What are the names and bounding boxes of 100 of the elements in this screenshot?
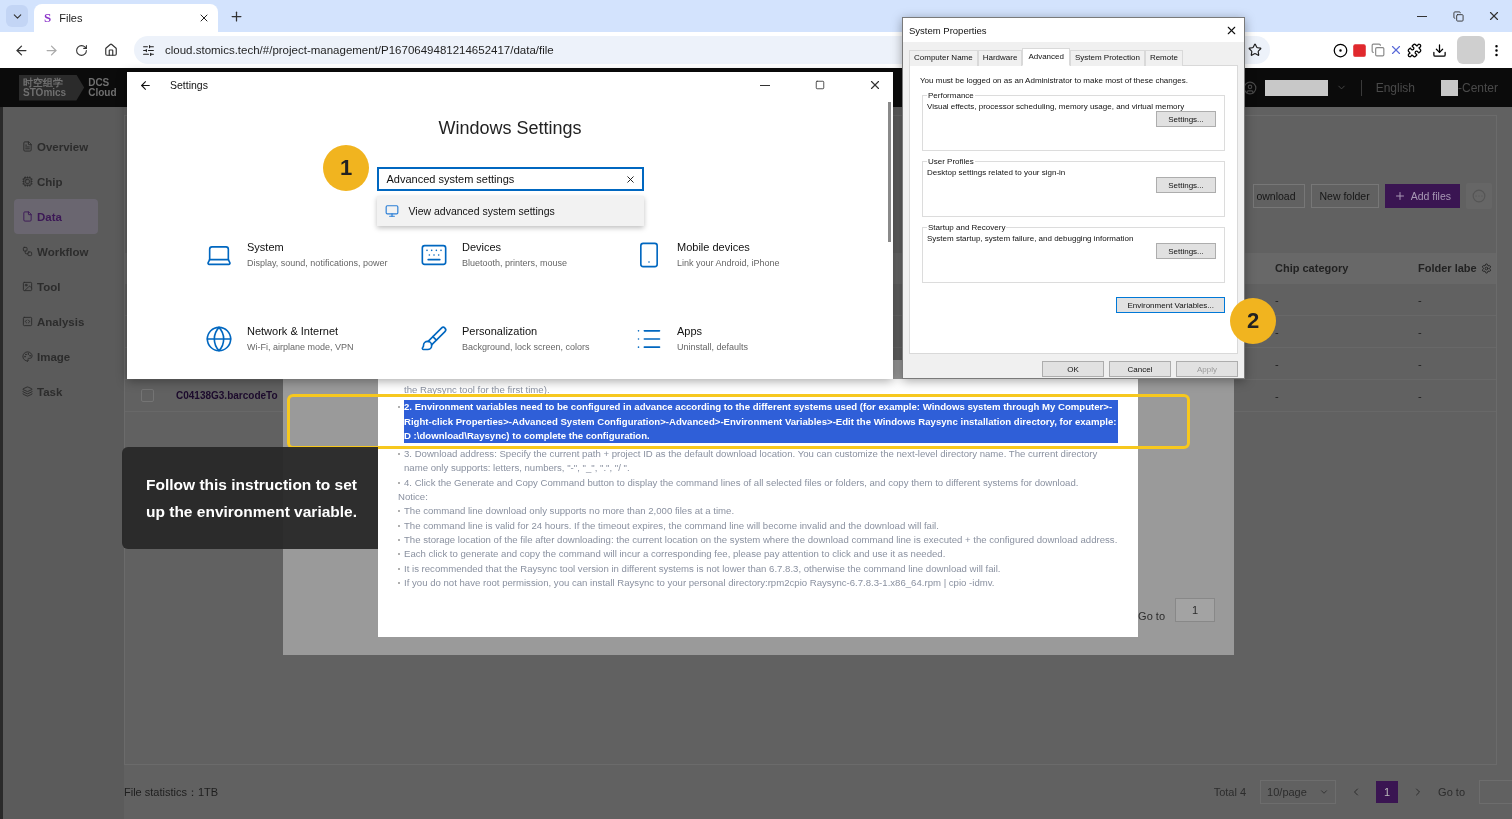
group-title: Startup and Recovery: [927, 223, 1007, 232]
restore-icon: [1452, 10, 1464, 22]
admin-notice: You must be logged on as an Administrator to make most of these changes.: [920, 76, 1189, 85]
column-header: Folder labe: [1404, 262, 1496, 274]
table-cell-text: -: [1417, 357, 1423, 370]
logo-text: STOmics: [23, 87, 67, 98]
workflow-icon: [22, 246, 33, 257]
dialog-button[interactable]: Cancel: [1109, 361, 1171, 377]
instruction-item: 3. Download address: Specify the current path + project ID as the default download location. You can customize the next-level directory name. The current directory name only supports: letters, numbers, "-", "_", ".", "/ ".: [398, 447, 1119, 476]
dialog-button[interactable]: OK: [1042, 361, 1104, 377]
table-cell-text: -: [1274, 389, 1280, 402]
plus-icon: [1393, 190, 1406, 202]
instruction-item: The storage location of the file after downloading: the current location on the system where the download command line is executed + the configured download address.: [398, 532, 1119, 548]
settings-category[interactable]: Personalization Background, lock screen, colors: [420, 325, 635, 375]
puzzle-icon[interactable]: [1407, 42, 1422, 58]
category-description: Display, sound, notifications, power: [247, 257, 388, 270]
settings-category[interactable]: Network & Internet Wi-Fi, airplane mode, VPN: [205, 325, 420, 375]
dialog-tab[interactable]: Advanced: [1022, 48, 1070, 66]
settings-heading: Windows Settings: [438, 118, 582, 139]
layers-icon: [22, 386, 33, 397]
dialog-tab[interactable]: Remote: [1144, 50, 1183, 66]
instruction-tooltip: Follow this instruction to set up the environment variable.: [122, 447, 378, 549]
category-title: System: [247, 241, 285, 253]
reload-icon: [74, 43, 88, 57]
document-icon: [22, 141, 33, 152]
house-icon: [104, 43, 118, 57]
environment-variables-button[interactable]: Environment Variables...: [1116, 297, 1225, 313]
instruction-item: The command line is valid for 24 hours. If the timeout expires, the command line will become invalid and the download will fail.: [398, 518, 1119, 533]
picture-frame-icon: [22, 281, 33, 292]
table-cell-text: -: [1274, 293, 1280, 306]
site-info-icon[interactable]: [142, 43, 155, 57]
notice-heading: Notice:: [398, 490, 429, 505]
group-description: System startup, system failure, and debugging information: [927, 234, 1135, 243]
category-description: Bluetooth, printers, mouse: [462, 257, 568, 270]
copy-icon[interactable]: [1371, 43, 1385, 57]
back-icon[interactable]: [139, 78, 152, 92]
redacted-username: [1264, 79, 1328, 96]
tab-list-button[interactable]: [6, 5, 28, 27]
file-statistics: File statistics：1TB: [124, 784, 219, 800]
close-icon[interactable]: [198, 12, 210, 24]
category-title: Mobile devices: [677, 241, 751, 253]
settings-button[interactable]: Settings...: [1156, 177, 1216, 193]
x-icon[interactable]: [1389, 43, 1403, 57]
settings-category[interactable]: Mobile devices Link your Android, iPhone: [635, 241, 850, 325]
goto-field[interactable]: 1: [1175, 598, 1215, 622]
user-icon: [1242, 80, 1257, 95]
category-title: Network & Internet: [247, 325, 340, 337]
step-badge: 2: [1230, 298, 1276, 344]
table-cell-text: -: [1417, 293, 1423, 306]
dialog-tab[interactable]: Hardware: [977, 50, 1023, 66]
maximize-icon: [814, 80, 825, 90]
search-suggestion[interactable]: View advanced system settings: [376, 196, 644, 226]
page-button[interactable]: 1: [1376, 781, 1399, 803]
group-title: Performance: [927, 91, 975, 100]
dialog-tab[interactable]: System Protection: [1069, 50, 1145, 66]
browser-tab[interactable]: S Files: [34, 4, 218, 32]
circle-icon[interactable]: [1333, 42, 1348, 58]
settings-category[interactable]: System Display, sound, notifications, power: [205, 241, 420, 325]
settings-category[interactable]: Devices Bluetooth, printers, mouse: [420, 241, 635, 325]
plus-icon: [228, 8, 244, 24]
instruction-item: 4. Click the Generate and Copy Command button to display the command lines of all selected files or folders, and copy them to different systems for download.: [398, 475, 1119, 491]
forward-arrow-icon: [43, 42, 59, 58]
category-title: Apps: [677, 325, 704, 337]
instruction-item: It is recommended that the Raysync tool version in different systems is not lower than 6.7.8.3, otherwise the command line download will fail.: [398, 561, 1119, 576]
category-description: Uninstall, defaults: [677, 341, 749, 354]
group-description: Desktop settings related to your sign-in: [927, 168, 1067, 177]
instruction-item: the Raysync tool for the first time).: [403, 383, 551, 397]
code-icon: [22, 316, 33, 327]
url-text: cloud.stomics.tech/#/project-management/P1670649481214652417/data/file: [165, 44, 554, 56]
settings-icon[interactable]: [1480, 262, 1492, 274]
clear-icon[interactable]: [624, 173, 636, 185]
product-name: DCS: [88, 77, 111, 88]
file-icon: [22, 211, 33, 222]
palette-icon: [22, 351, 33, 362]
tab-title: Files: [59, 12, 83, 24]
window-title: Settings: [170, 79, 208, 91]
download-icon[interactable]: [1432, 42, 1447, 58]
column-header: Chip category: [1274, 262, 1350, 274]
settings-button[interactable]: Settings...: [1156, 243, 1216, 259]
table-cell-text: -: [1274, 325, 1280, 338]
table-cell-text: -: [1417, 389, 1423, 402]
instruction-item: If you do not have root permission, you can install Raysync to your personal directory:rpm2cpio Raysync-6.7.8.3-1.x86_64.rpm | cpio -idmv.: [398, 575, 1119, 591]
caret-icon: [1319, 787, 1330, 797]
settings-button[interactable]: Settings...: [1156, 111, 1216, 127]
brush-icon: [420, 325, 448, 353]
category-description: Wi-Fi, airplane mode, VPN: [247, 341, 354, 354]
table-cell-text: -: [1417, 325, 1423, 338]
minimize-icon: [1417, 15, 1427, 17]
monitor-icon: [384, 204, 399, 218]
settings-category[interactable]: Apps Uninstall, defaults: [635, 325, 850, 375]
search-field[interactable]: Advanced system settings: [376, 167, 644, 191]
bookmark-star-icon[interactable]: [1248, 43, 1262, 57]
add-files-button[interactable]: Add files: [1384, 184, 1460, 208]
redacted-label: [1441, 79, 1458, 96]
square-icon[interactable]: [1352, 42, 1367, 58]
chip-icon: [22, 176, 33, 187]
instruction-item: Each click to generate and copy the command will incur a corresponding fee, please pay attention to click and use it as needed.: [398, 547, 1119, 562]
dialog-tab[interactable]: Computer Name: [909, 50, 978, 66]
dialog-button: Apply: [1176, 361, 1238, 377]
category-description: Link your Android, iPhone: [677, 257, 780, 270]
